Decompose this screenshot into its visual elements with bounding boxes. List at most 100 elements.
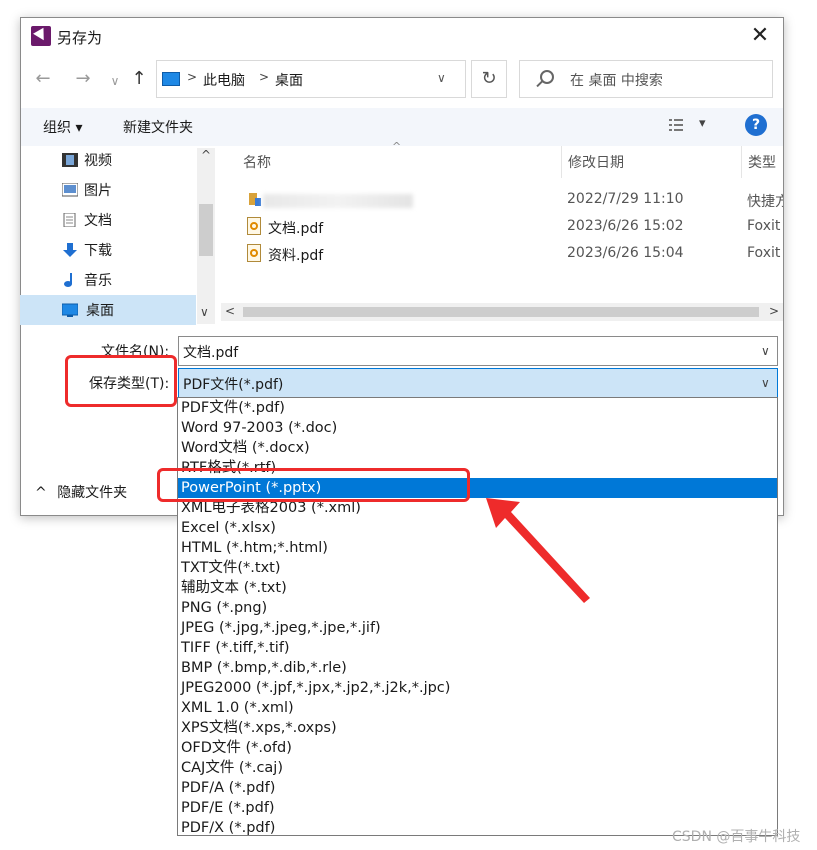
forward-arrow-icon[interactable]: →	[71, 67, 95, 91]
save-type-option[interactable]: CAJ文件 (*.caj)	[178, 758, 777, 778]
save-type-value[interactable]: PDF文件(*.pdf)	[183, 374, 283, 394]
file-date: 2023/6/26 15:02	[567, 218, 684, 234]
search-placeholder[interactable]: 在 桌面 中搜索	[570, 70, 663, 90]
save-type-option[interactable]: XPS文档(*.xps,*.oxps)	[178, 718, 777, 738]
save-type-dropdown-icon[interactable]: ∨	[761, 376, 770, 390]
sidebar-item-label: 音乐	[84, 273, 112, 289]
save-type-options-list: PDF文件(*.pdf) Word 97-2003 (*.doc) Word文档 (…	[177, 397, 778, 836]
sidebar-item-music[interactable]: 音乐	[40, 265, 216, 295]
filename-value[interactable]: 文档.pdf	[183, 342, 238, 362]
blurred-filename	[263, 194, 413, 208]
this-pc-icon	[162, 72, 180, 86]
shortcut-icon	[247, 190, 261, 208]
annotation-box-type-label	[65, 355, 177, 407]
address-separator-icon: >	[259, 70, 270, 84]
video-icon	[62, 153, 78, 167]
up-arrow-icon[interactable]: ↑	[127, 67, 151, 91]
file-row[interactable]: 2022/7/29 11:10 快捷方式	[243, 188, 783, 214]
filename-input[interactable]: 文档.pdf ∨	[178, 336, 778, 366]
save-type-option[interactable]: 辅助文本 (*.txt)	[178, 578, 777, 598]
sidebar-item-video[interactable]: 视频	[40, 145, 216, 175]
title-bar: 另存为 ✕	[21, 18, 783, 56]
sidebar-item-documents[interactable]: 文档	[40, 205, 216, 235]
file-type: 快捷方式	[747, 194, 783, 210]
help-icon[interactable]: ?	[745, 114, 767, 136]
save-type-select[interactable]: PDF文件(*.pdf) ∨	[178, 368, 778, 398]
save-type-option[interactable]: PDF/E (*.pdf)	[178, 798, 777, 818]
view-dropdown-icon[interactable]: ▾	[699, 116, 706, 131]
desktop-icon	[62, 303, 78, 317]
hide-folders-label: 隐藏文件夹	[57, 485, 128, 501]
document-icon	[63, 213, 76, 227]
annotation-box-pptx	[157, 468, 470, 502]
file-name: 文档.pdf	[268, 221, 324, 237]
toolbar: 组织 ▾ 新建文件夹 ▾ ?	[21, 108, 783, 146]
save-type-option[interactable]: Word 97-2003 (*.doc)	[178, 418, 777, 438]
column-header-type[interactable]: 类型	[748, 152, 776, 172]
file-type: Foxit	[747, 245, 781, 261]
download-icon	[63, 243, 77, 257]
refresh-button[interactable]: ↻	[471, 60, 507, 98]
sort-ascending-icon: ^	[392, 140, 402, 153]
address-current[interactable]: 桌面	[275, 70, 303, 90]
organize-button[interactable]: 组织 ▾	[43, 117, 82, 137]
sidebar-item-label: 文档	[84, 213, 112, 229]
close-icon[interactable]: ✕	[745, 22, 775, 50]
back-arrow-icon[interactable]: ←	[31, 67, 55, 91]
scroll-right-icon[interactable]: >	[769, 304, 779, 318]
column-divider[interactable]	[741, 146, 742, 178]
search-icon	[540, 70, 554, 84]
music-icon	[64, 273, 72, 287]
sidebar-item-label: 下载	[84, 243, 112, 259]
sidebar-item-label: 桌面	[86, 303, 114, 319]
save-type-option[interactable]: Excel (*.xlsx)	[178, 518, 777, 538]
pdf-file-icon	[247, 244, 261, 262]
sidebar-item-downloads[interactable]: 下载	[40, 235, 216, 265]
save-type-option[interactable]: TXT文件(*.txt)	[178, 558, 777, 578]
save-type-option[interactable]: OFD文件 (*.ofd)	[178, 738, 777, 758]
file-row[interactable]: 文档.pdf 2023/6/26 15:02 Foxit	[243, 215, 783, 241]
watermark: CSDN @百事牛科技	[672, 829, 801, 845]
save-type-option[interactable]: JPEG (*.jpg,*.jpeg,*.jpe,*.jif)	[178, 618, 777, 638]
pdf-file-icon	[247, 217, 261, 235]
file-list-hscrollbar-thumb[interactable]	[243, 307, 759, 317]
nav-scroll-down-icon[interactable]: ∨	[200, 305, 209, 319]
save-type-option[interactable]: TIFF (*.tiff,*.tif)	[178, 638, 777, 658]
app-logo-icon	[31, 26, 51, 46]
column-divider[interactable]	[561, 146, 562, 178]
file-name: 资料.pdf	[268, 248, 324, 264]
sidebar-item-pictures[interactable]: 图片	[40, 175, 216, 205]
address-root[interactable]: 此电脑	[203, 70, 245, 90]
filename-dropdown-icon[interactable]: ∨	[761, 344, 770, 358]
file-date: 2023/6/26 15:04	[567, 245, 684, 261]
view-options-icon[interactable]	[669, 119, 683, 131]
hide-folders-button[interactable]: ^ 隐藏文件夹	[35, 482, 127, 502]
address-separator-icon: >	[187, 70, 198, 84]
sidebar-item-desktop[interactable]: 桌面	[20, 295, 196, 325]
new-folder-button[interactable]: 新建文件夹	[123, 117, 193, 137]
file-type: Foxit	[747, 218, 781, 234]
address-bar[interactable]: > 此电脑 > 桌面 ∨	[156, 60, 466, 98]
annotation-arrow-icon	[486, 498, 590, 603]
save-type-option[interactable]: BMP (*.bmp,*.dib,*.rle)	[178, 658, 777, 678]
save-type-option[interactable]: JPEG2000 (*.jpf,*.jpx,*.jp2,*.j2k,*.jpc)	[178, 678, 777, 698]
sidebar-item-label: 视频	[84, 153, 112, 169]
dialog-title: 另存为	[57, 29, 103, 47]
file-row[interactable]: 资料.pdf 2023/6/26 15:04 Foxit	[243, 242, 783, 268]
save-type-option[interactable]: Word文档 (*.docx)	[178, 438, 777, 458]
chevron-up-icon: ^	[35, 485, 47, 501]
picture-icon	[62, 183, 78, 197]
scroll-left-icon[interactable]: <	[225, 304, 235, 318]
address-dropdown-icon[interactable]: ∨	[437, 71, 446, 85]
column-header-name[interactable]: 名称	[243, 152, 271, 172]
file-date: 2022/7/29 11:10	[567, 191, 684, 207]
search-box[interactable]: 在 桌面 中搜索	[519, 60, 773, 98]
recent-locations-chevron-icon[interactable]: ∨	[103, 69, 127, 93]
save-type-option[interactable]: HTML (*.htm;*.html)	[178, 538, 777, 558]
column-header-modified[interactable]: 修改日期	[568, 152, 624, 172]
save-type-option[interactable]: XML 1.0 (*.xml)	[178, 698, 777, 718]
save-type-option[interactable]: PNG (*.png)	[178, 598, 777, 618]
save-type-option[interactable]: PDF文件(*.pdf)	[178, 398, 777, 418]
sidebar-item-label: 图片	[84, 183, 112, 199]
save-type-option[interactable]: PDF/A (*.pdf)	[178, 778, 777, 798]
